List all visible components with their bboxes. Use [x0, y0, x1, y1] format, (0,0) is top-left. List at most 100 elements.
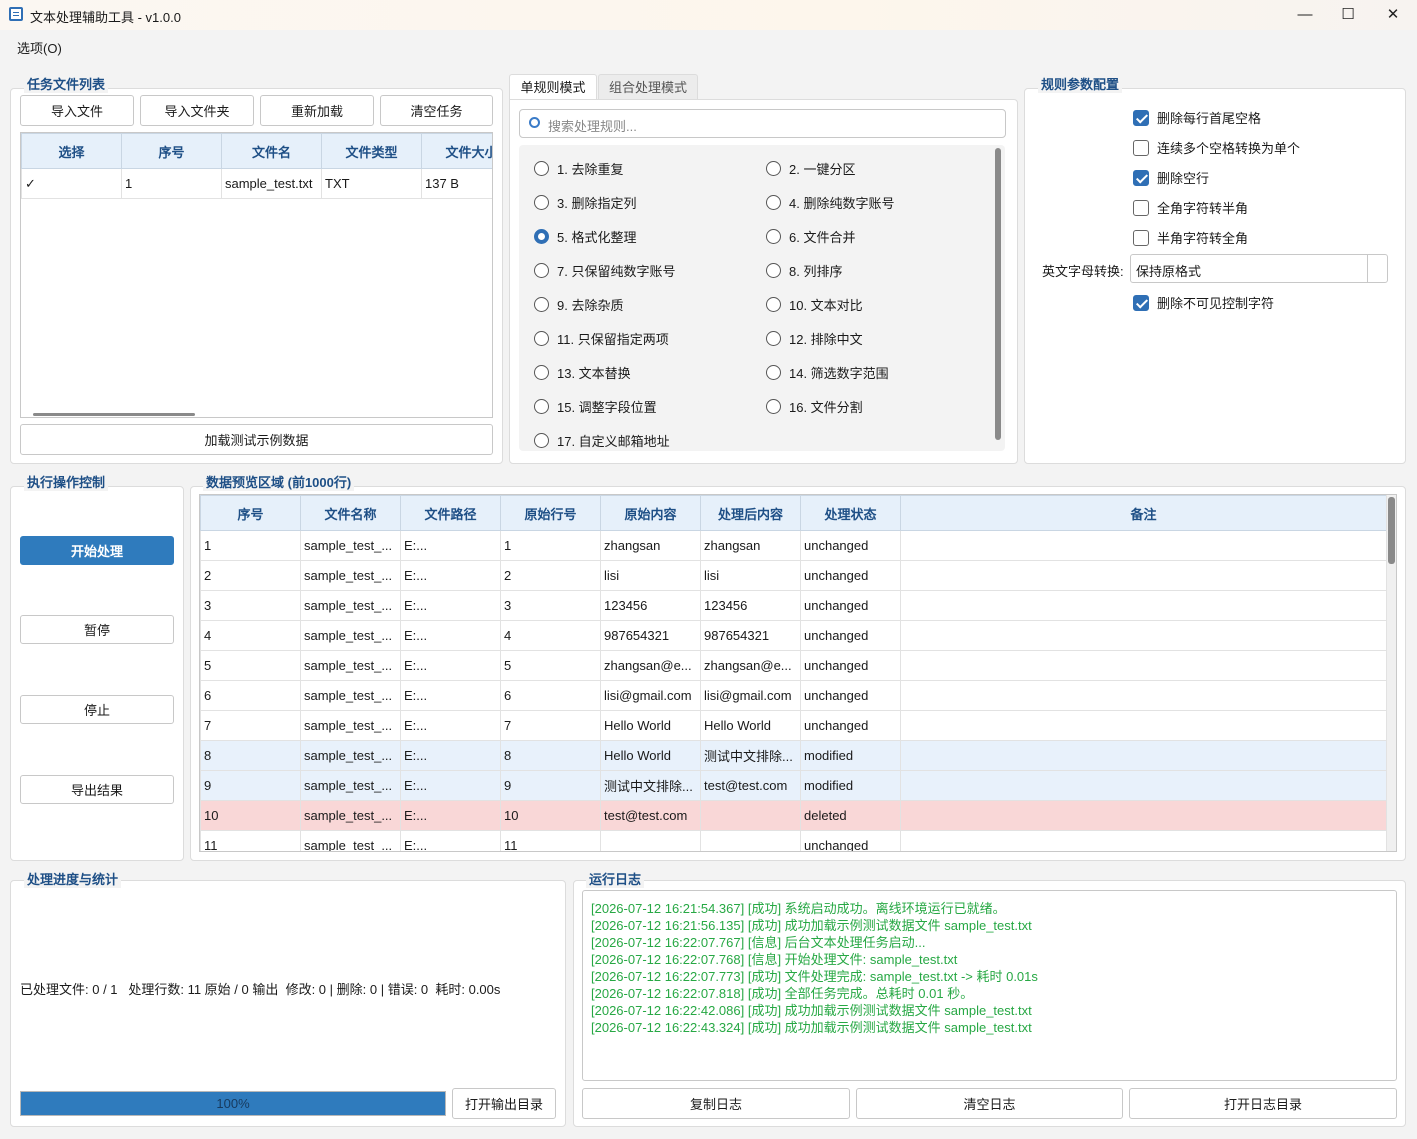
preview-col-header[interactable]: 文件路径: [400, 495, 501, 531]
clear-tasks-button[interactable]: 清空任务: [380, 95, 493, 126]
radio-button[interactable]: [534, 365, 549, 380]
radio-button[interactable]: [534, 263, 549, 278]
table-row[interactable]: 1 sample_test_... E:... 1 zhangsan zhangsan un…: [200, 530, 1387, 561]
param-checkbox[interactable]: 半角字符转全角: [1133, 228, 1248, 247]
preview-col-header[interactable]: 文件名称: [300, 495, 401, 531]
import-folder-button[interactable]: 导入文件夹: [140, 95, 254, 126]
rule-search-input[interactable]: 搜索处理规则...: [519, 109, 1006, 138]
horizontal-scrollbar[interactable]: [33, 413, 195, 416]
rule-option[interactable]: 14. 筛选数字范围: [766, 363, 889, 382]
rule-option[interactable]: 5. 格式化整理: [534, 227, 636, 246]
radio-button[interactable]: [534, 297, 549, 312]
preview-table[interactable]: 序号 文件名称 文件路径 原始行号 原始内容 处理后内容 处理状态 备注 1 sample_te…: [199, 494, 1397, 852]
preview-cell: 4: [200, 620, 301, 651]
rule-option[interactable]: 9. 去除杂质: [534, 295, 623, 314]
checkbox[interactable]: [1133, 229, 1149, 246]
rule-option[interactable]: 11. 只保留指定两项: [534, 329, 669, 348]
param-checkbox[interactable]: 全角字符转半角: [1133, 198, 1248, 217]
preview-scrollbar-thumb[interactable]: [1388, 497, 1395, 564]
maximize-button[interactable]: ☐: [1325, 0, 1371, 30]
minimize-button[interactable]: —: [1282, 0, 1328, 30]
load-sample-button[interactable]: 加载测试示例数据: [20, 424, 493, 455]
copy-log-button[interactable]: 复制日志: [582, 1088, 850, 1119]
checkbox[interactable]: [1133, 109, 1149, 126]
table-row[interactable]: 7 sample_test_... E:... 7 Hello World Hello W…: [200, 710, 1387, 741]
radio-button[interactable]: [766, 365, 781, 380]
clear-log-button[interactable]: 清空日志: [856, 1088, 1123, 1119]
rule-list-scrollbar[interactable]: [995, 148, 1001, 440]
log-output[interactable]: [2026-07-12 16:21:54.367] [成功] 系统启动成功。离线…: [582, 890, 1397, 1081]
radio-button[interactable]: [534, 195, 549, 210]
preview-col-header[interactable]: 原始内容: [600, 495, 701, 531]
row-check[interactable]: ✓: [21, 168, 122, 199]
rule-option[interactable]: 16. 文件分割: [766, 397, 863, 416]
close-button[interactable]: ✕: [1370, 0, 1416, 30]
rule-option[interactable]: 4. 删除纯数字账号: [766, 193, 894, 212]
rule-option[interactable]: 8. 列排序: [766, 261, 842, 280]
radio-button[interactable]: [766, 263, 781, 278]
col-filesize[interactable]: 文件大小: [421, 133, 492, 169]
col-filename[interactable]: 文件名: [221, 133, 322, 169]
param-checkbox[interactable]: 删除空行: [1133, 168, 1209, 187]
rule-option[interactable]: 12. 排除中文: [766, 329, 863, 348]
rule-option[interactable]: 1. 去除重复: [534, 159, 623, 178]
open-log-dir-button[interactable]: 打开日志目录: [1129, 1088, 1397, 1119]
radio-button[interactable]: [766, 195, 781, 210]
radio-button[interactable]: [766, 161, 781, 176]
pause-button[interactable]: 暂停: [20, 615, 174, 644]
rule-option[interactable]: 3. 删除指定列: [534, 193, 636, 212]
rule-option[interactable]: 17. 自定义邮箱地址: [534, 431, 670, 450]
rule-option[interactable]: 2. 一键分区: [766, 159, 855, 178]
checkbox[interactable]: [1133, 139, 1149, 156]
col-index[interactable]: 序号: [121, 133, 222, 169]
stop-button[interactable]: 停止: [20, 695, 174, 724]
reload-button[interactable]: 重新加载: [260, 95, 374, 126]
preview-col-header[interactable]: 处理状态: [800, 495, 901, 531]
preview-col-header[interactable]: 序号: [200, 495, 301, 531]
table-row[interactable]: 2 sample_test_... E:... 2 lisi lisi unchanged: [200, 560, 1387, 591]
tab-single-rule[interactable]: 单规则模式: [509, 74, 597, 100]
radio-button[interactable]: [766, 399, 781, 414]
radio-button[interactable]: [534, 331, 549, 346]
rule-option[interactable]: 13. 文本替换: [534, 363, 631, 382]
rule-option[interactable]: 6. 文件合并: [766, 227, 855, 246]
rule-option[interactable]: 10. 文本对比: [766, 295, 863, 314]
param-checkbox[interactable]: 连续多个空格转换为单个: [1133, 138, 1300, 157]
radio-button[interactable]: [766, 229, 781, 244]
radio-button[interactable]: [534, 161, 549, 176]
col-filetype[interactable]: 文件类型: [321, 133, 422, 169]
table-row[interactable]: 11 sample_test_... E:... 11 unchanged: [200, 830, 1387, 851]
tab-combo-mode[interactable]: 组合处理模式: [598, 74, 698, 100]
table-row[interactable]: 3 sample_test_... E:... 3 123456 123456 unchan…: [200, 590, 1387, 621]
radio-button[interactable]: [766, 331, 781, 346]
case-convert-select[interactable]: 保持原格式: [1130, 254, 1388, 283]
radio-button[interactable]: [534, 399, 549, 414]
col-select[interactable]: 选择: [21, 133, 122, 169]
radio-button[interactable]: [534, 433, 549, 448]
checkbox[interactable]: [1133, 199, 1149, 216]
checkbox[interactable]: [1133, 169, 1149, 186]
task-files-table[interactable]: 选择 序号 文件名 文件类型 文件大小 ✓ 1 sample_test.txt …: [20, 132, 493, 418]
radio-button[interactable]: [534, 229, 549, 244]
import-file-button[interactable]: 导入文件: [20, 95, 134, 126]
param-checkbox[interactable]: 删除每行首尾空格: [1133, 108, 1261, 127]
start-button[interactable]: 开始处理: [20, 536, 174, 565]
menu-options[interactable]: 选项(O): [17, 38, 62, 57]
table-row[interactable]: 8 sample_test_... E:... 8 Hello World 测试中文排除.…: [200, 740, 1387, 771]
table-row[interactable]: 9 sample_test_... E:... 9 测试中文排除... test@test…: [200, 770, 1387, 801]
open-output-button[interactable]: 打开输出目录: [452, 1088, 556, 1119]
rule-option[interactable]: 7. 只保留纯数字账号: [534, 261, 675, 280]
checkbox[interactable]: [1133, 294, 1149, 311]
table-row[interactable]: 10 sample_test_... E:... 10 test@test.com del…: [200, 800, 1387, 831]
preview-col-header[interactable]: 处理后内容: [700, 495, 801, 531]
table-row[interactable]: 4 sample_test_... E:... 4 987654321 987654321…: [200, 620, 1387, 651]
rule-option[interactable]: 15. 调整字段位置: [534, 397, 657, 416]
export-button[interactable]: 导出结果: [20, 775, 174, 804]
table-row[interactable]: 5 sample_test_... E:... 5 zhangsan@e... zhang…: [200, 650, 1387, 681]
table-row[interactable]: 6 sample_test_... E:... 6 lisi@gmail.com lisi…: [200, 680, 1387, 711]
radio-button[interactable]: [766, 297, 781, 312]
param-checkbox[interactable]: 删除不可见控制字符: [1133, 293, 1274, 312]
preview-col-header[interactable]: 备注: [900, 495, 1387, 531]
table-row[interactable]: ✓ 1 sample_test.txt TXT 137 B: [21, 168, 492, 199]
preview-col-header[interactable]: 原始行号: [500, 495, 601, 531]
